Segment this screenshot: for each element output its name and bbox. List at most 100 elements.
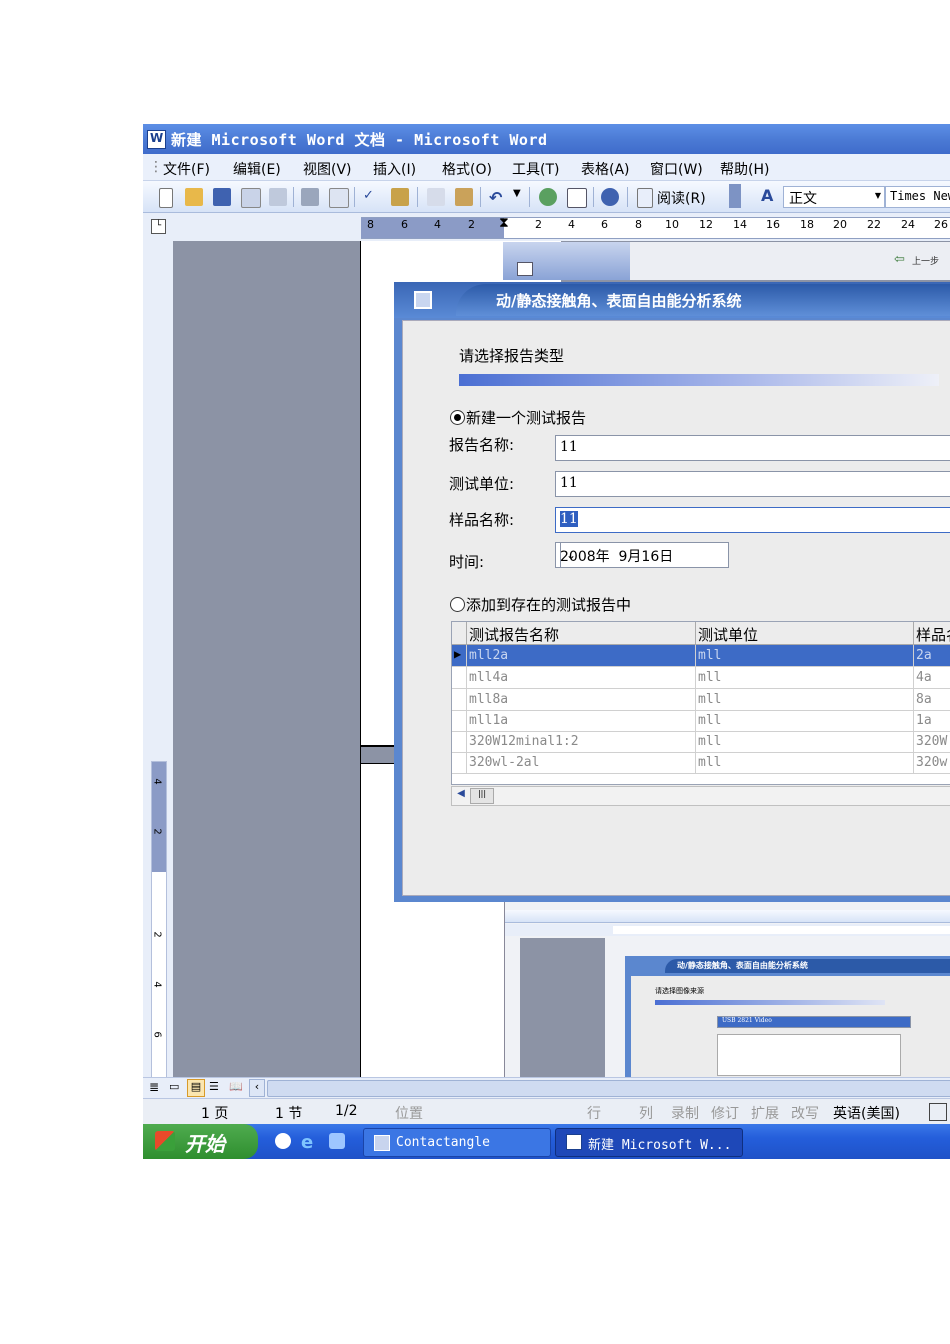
table-horizontal-scrollbar[interactable]: ◀ ||| bbox=[451, 786, 950, 806]
read-mode-button[interactable]: 阅读(R) bbox=[657, 188, 706, 208]
cell-report-name: mll4a bbox=[469, 670, 509, 685]
reading-view-icon[interactable]: 📖 bbox=[229, 1080, 243, 1093]
column-header-test-unit[interactable]: 测试单位 bbox=[696, 622, 914, 645]
save-icon[interactable] bbox=[213, 188, 231, 206]
spelling-status-icon[interactable] bbox=[929, 1103, 947, 1121]
indent-marker-icon[interactable]: ⧗ bbox=[499, 215, 509, 231]
cell-report-name: 320wl-2al bbox=[469, 755, 540, 770]
table-row[interactable]: mll1a mll 1a bbox=[452, 710, 950, 732]
new-document-icon[interactable] bbox=[159, 188, 173, 208]
copy-icon[interactable] bbox=[427, 188, 445, 206]
column-header-sample-name[interactable]: 样品名 bbox=[914, 622, 950, 645]
thumbnail-progress-bar bbox=[655, 1000, 885, 1005]
research-icon[interactable] bbox=[391, 188, 409, 206]
hyperlink-icon[interactable] bbox=[539, 188, 557, 206]
menu-view[interactable]: 视图(V) bbox=[303, 159, 352, 179]
report-table[interactable]: 测试报告名称 测试单位 样品名 ▶ mll2a mll 2a mll4a mll… bbox=[451, 621, 950, 785]
status-ovr[interactable]: 改写 bbox=[791, 1103, 819, 1123]
email-icon[interactable] bbox=[269, 188, 287, 206]
report-name-field[interactable]: 11 bbox=[555, 435, 950, 461]
print-icon[interactable] bbox=[301, 188, 319, 206]
toolbar-separator bbox=[529, 187, 530, 207]
status-rec[interactable]: 录制 bbox=[671, 1103, 699, 1123]
column-header-report-name[interactable]: 测试报告名称 bbox=[467, 622, 696, 645]
print-preview-icon[interactable] bbox=[329, 188, 349, 208]
table-row[interactable]: 320wl-2al mll 320w bbox=[452, 752, 950, 774]
open-folder-icon[interactable] bbox=[185, 188, 203, 206]
option-new-report-label[interactable]: 新建一个测试报告 bbox=[466, 407, 586, 428]
task-label: Contactangle bbox=[396, 1135, 490, 1150]
print-layout-view-icon[interactable]: ▤ bbox=[187, 1079, 205, 1097]
cell-test-unit: mll bbox=[698, 648, 722, 663]
undo-icon[interactable]: ↶ bbox=[489, 188, 507, 207]
table-row[interactable]: ▶ mll2a mll 2a bbox=[452, 645, 950, 667]
status-ext[interactable]: 扩展 bbox=[751, 1103, 779, 1123]
style-select[interactable]: 正文 ▼ bbox=[783, 186, 885, 208]
radio-add-existing[interactable] bbox=[450, 597, 465, 612]
scroll-left-arrow-icon[interactable]: ◀ bbox=[454, 788, 468, 802]
read-mode-icon[interactable] bbox=[637, 188, 653, 208]
dialog-title-tab: 动/静态接触角、表面自由能分析系统 bbox=[456, 284, 950, 316]
font-value: Times New bbox=[890, 189, 950, 203]
menu-help[interactable]: 帮助(H) bbox=[720, 159, 769, 179]
table-row[interactable]: mll8a mll 8a bbox=[452, 689, 950, 711]
date-picker[interactable]: 2008年 9月16日 ⌄ bbox=[555, 542, 729, 568]
task-label: 新建 Microsoft W... bbox=[588, 1138, 732, 1153]
table-icon[interactable] bbox=[567, 188, 587, 208]
task-word[interactable]: 新建 Microsoft W... bbox=[555, 1128, 743, 1157]
chevron-down-icon[interactable]: ⌄ bbox=[560, 543, 581, 567]
start-button[interactable]: 开始 bbox=[143, 1124, 258, 1159]
embedded-screenshot-thumbnail: 动/静态接触角、表面自由能分析系统 请选择图像来源 USB 2821 Video bbox=[504, 902, 950, 1077]
ruler-number: 14 bbox=[733, 218, 747, 231]
toolbar-options-chevron[interactable] bbox=[729, 184, 741, 208]
sample-name-field[interactable]: 11 bbox=[555, 507, 950, 533]
table-row[interactable]: 320W12minal1:2 mll 320W bbox=[452, 731, 950, 753]
menu-format[interactable]: 格式(O) bbox=[442, 159, 492, 179]
web-view-icon[interactable]: ▭ bbox=[169, 1080, 179, 1093]
scroll-thumb[interactable]: ||| bbox=[470, 788, 494, 804]
thumbnail-ruler bbox=[505, 924, 950, 936]
chevron-down-icon[interactable]: ▼ bbox=[875, 191, 881, 200]
menu-edit[interactable]: 编辑(E) bbox=[233, 159, 281, 179]
help-icon[interactable] bbox=[601, 188, 619, 206]
progress-bar bbox=[459, 374, 939, 386]
radio-new-report[interactable] bbox=[450, 410, 465, 425]
task-contactangle[interactable]: Contactangle bbox=[363, 1128, 551, 1157]
menu-bar: ⋮ 文件(F) 编辑(E) 视图(V) 插入(I) 格式(O) 工具(T) 表格… bbox=[143, 154, 950, 181]
option-add-existing-label[interactable]: 添加到存在的测试报告中 bbox=[466, 594, 631, 615]
tab-selector[interactable]: └ bbox=[151, 219, 166, 234]
permission-icon[interactable] bbox=[241, 188, 261, 208]
ruler-number: 4 bbox=[151, 981, 163, 988]
prev-step-label: 上一步 bbox=[912, 257, 940, 267]
cell-test-unit: mll bbox=[698, 755, 722, 770]
ruler-number: 6 bbox=[601, 218, 608, 231]
internet-explorer-icon[interactable]: e bbox=[301, 1132, 313, 1153]
scroll-left-arrow-icon[interactable]: ‹ bbox=[249, 1079, 265, 1097]
status-trk[interactable]: 修订 bbox=[711, 1103, 739, 1123]
menu-insert[interactable]: 插入(I) bbox=[373, 159, 416, 179]
paste-icon[interactable] bbox=[455, 188, 473, 206]
analysis-dialog: 动/静态接触角、表面自由能分析系统 请选择报告类型 新建一个测试报告 报告名称:… bbox=[394, 282, 950, 902]
media-player-icon[interactable] bbox=[275, 1133, 291, 1149]
ruler-number: 24 bbox=[901, 218, 915, 231]
menu-table[interactable]: 表格(A) bbox=[581, 159, 630, 179]
time-label: 时间: bbox=[449, 553, 485, 571]
font-select[interactable]: Times New bbox=[885, 186, 950, 208]
outline-view-icon[interactable]: ☰ bbox=[209, 1080, 219, 1093]
show-desktop-icon[interactable] bbox=[329, 1133, 345, 1149]
test-unit-field[interactable]: 11 bbox=[555, 471, 950, 497]
ruler-number: 6 bbox=[151, 1031, 163, 1038]
ruler-number: 26 bbox=[934, 218, 948, 231]
status-column: 列 bbox=[639, 1106, 653, 1122]
menu-window[interactable]: 窗口(W) bbox=[650, 159, 703, 179]
menu-tools[interactable]: 工具(T) bbox=[512, 159, 559, 179]
normal-view-icon[interactable]: ≣ bbox=[149, 1080, 159, 1094]
styles-pane-icon[interactable]: A bbox=[761, 186, 773, 205]
table-row[interactable]: mll4a mll 4a bbox=[452, 667, 950, 689]
horizontal-scroll-thumb[interactable] bbox=[267, 1080, 950, 1097]
test-unit-value: 11 bbox=[560, 475, 578, 491]
spelling-icon[interactable]: ✓ bbox=[363, 188, 381, 206]
menu-file[interactable]: 文件(F) bbox=[163, 159, 210, 179]
word-app-icon bbox=[147, 130, 166, 149]
toolbar-separator bbox=[293, 187, 294, 207]
